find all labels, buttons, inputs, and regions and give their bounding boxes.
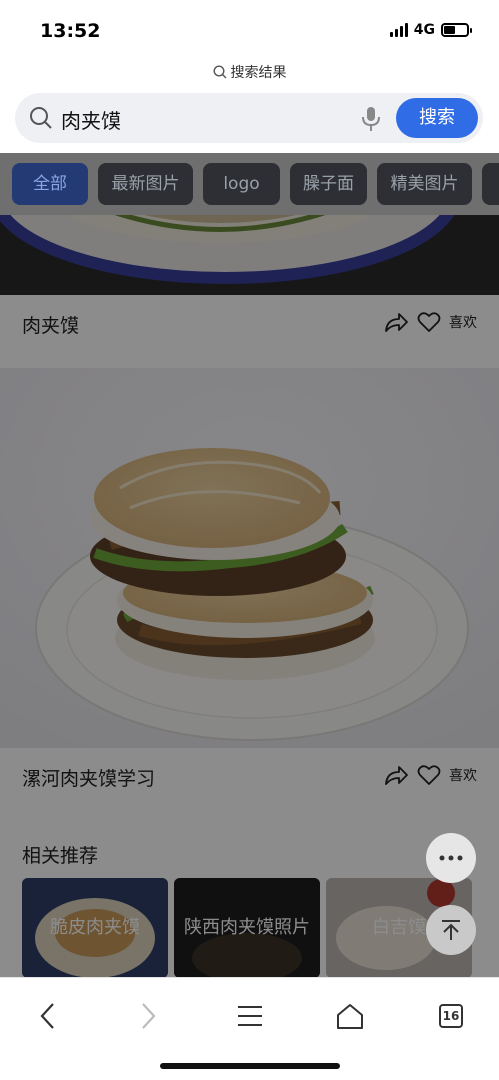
back-button[interactable] <box>28 996 68 1036</box>
chip-all[interactable]: 全部 <box>12 163 88 205</box>
screen: 13:52 4G 搜索结果 肉夹馍 搜索 肉夹馍 喜欢 漯河肉夹馍学习 喜欢 相… <box>0 0 499 1080</box>
forward-button[interactable] <box>128 996 168 1036</box>
result-title[interactable]: 肉夹馍 <box>22 311 79 338</box>
status-bar: 13:52 4G <box>0 0 499 58</box>
share-icon[interactable] <box>383 764 409 786</box>
network-label: 4G <box>413 22 435 38</box>
signal-icon <box>389 23 408 37</box>
heart-icon[interactable] <box>417 764 441 786</box>
search-icon <box>30 107 52 129</box>
related-card-label: 陕西肉夹馍照片 <box>184 916 310 938</box>
arrow-up-icon <box>442 920 460 940</box>
page-title-text: 搜索结果 <box>230 65 287 81</box>
home-button[interactable] <box>330 996 370 1036</box>
related-title: 相关推荐 <box>22 845 99 867</box>
page-title: 搜索结果 <box>0 62 499 82</box>
result-title[interactable]: 漯河肉夹馍学习 <box>22 764 155 791</box>
chip-more[interactable] <box>482 163 499 205</box>
menu-icon <box>238 1006 262 1026</box>
chip-latest[interactable]: 最新图片 <box>98 163 193 205</box>
search-button[interactable]: 搜索 <box>396 98 478 138</box>
result-caption-2: 漯河肉夹馍学习 喜欢 <box>0 748 499 808</box>
chip-logo[interactable]: logo <box>203 163 280 205</box>
chevron-left-icon <box>40 1003 54 1029</box>
bottom-toolbar: 16 <box>0 977 499 1080</box>
result-actions: 喜欢 <box>383 311 477 333</box>
back-to-top-button[interactable] <box>426 905 476 955</box>
more-button[interactable] <box>426 833 476 883</box>
battery-icon <box>441 23 472 37</box>
search-small-icon <box>212 65 226 79</box>
microphone-icon[interactable] <box>360 106 382 132</box>
tabs-count: 16 <box>439 1004 463 1028</box>
chevron-right-icon <box>142 1003 156 1029</box>
heart-icon[interactable] <box>417 311 441 333</box>
filter-chips: 全部 最新图片 logo 臊子面 精美图片 <box>0 153 499 215</box>
related-card[interactable]: 陕西肉夹馍照片 <box>174 878 320 977</box>
chip-saozi[interactable]: 臊子面 <box>290 163 367 205</box>
result-caption-1: 肉夹馍 喜欢 <box>0 295 499 355</box>
status-time: 13:52 <box>40 20 101 42</box>
chip-beautiful[interactable]: 精美图片 <box>377 163 472 205</box>
related-card[interactable]: 脆皮肉夹馍 <box>22 878 168 977</box>
related-card-label: 脆皮肉夹馍 <box>50 916 140 938</box>
status-indicators: 4G <box>389 22 472 38</box>
home-icon <box>337 1004 363 1029</box>
search-bar: 肉夹馍 搜索 <box>15 93 483 143</box>
tabs-button[interactable]: 16 <box>431 996 471 1036</box>
results-area: 肉夹馍 喜欢 漯河肉夹馍学习 喜欢 相关推荐 脆皮肉夹馍 陕西肉夹馍照片 白吉馍… <box>0 153 499 977</box>
search-input[interactable]: 肉夹馍 <box>61 105 341 134</box>
result-actions: 喜欢 <box>383 764 477 786</box>
home-indicator <box>160 1063 340 1069</box>
share-icon[interactable] <box>383 311 409 333</box>
menu-button[interactable] <box>230 996 270 1036</box>
more-icon <box>439 855 463 861</box>
like-label[interactable]: 喜欢 <box>449 765 477 785</box>
result-image-2[interactable] <box>0 368 499 748</box>
like-label[interactable]: 喜欢 <box>449 312 477 332</box>
